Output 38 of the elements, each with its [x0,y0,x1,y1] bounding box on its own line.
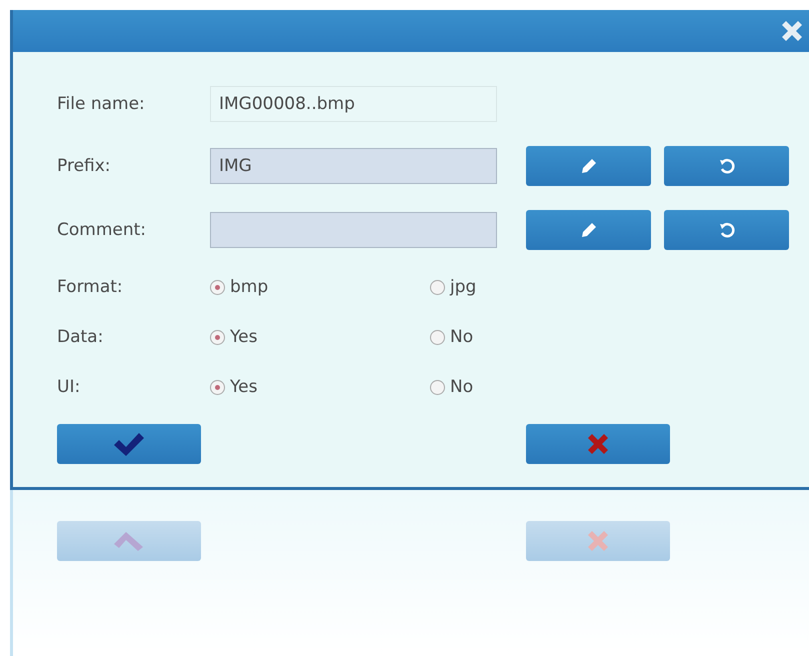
radio-option[interactable]: No [430,327,650,347]
field-label: Prefix: [57,156,112,176]
field-label: Comment: [57,220,148,240]
field-label: File name: [57,94,146,114]
option-row-label: Format: [57,277,124,297]
radio-option[interactable]: Yes [210,327,430,347]
undo-icon [718,222,734,238]
option-label: bmp [230,277,268,297]
text-field[interactable] [210,212,497,248]
pencil-icon [580,222,596,238]
text-field[interactable]: IMG00008..bmp [210,86,497,122]
edit-button[interactable] [526,210,651,250]
edit-button[interactable] [526,146,651,186]
pencil-icon [580,158,596,174]
radio-button[interactable] [210,280,225,294]
radio-option[interactable]: Yes [210,377,430,397]
text-field[interactable]: IMG [210,148,497,184]
option-row-label: Data: [57,327,104,347]
reset-button[interactable] [664,210,789,250]
option-label: Yes [230,327,258,347]
radio-button[interactable] [430,380,445,394]
radio-option[interactable]: No [430,377,650,397]
option-label: No [450,327,474,347]
option-label: jpg [450,277,476,297]
reset-button[interactable] [664,146,789,186]
radio-option[interactable]: bmp [210,277,430,297]
undo-icon [718,158,734,174]
radio-button[interactable] [210,380,225,394]
radio-button[interactable] [430,280,445,294]
radio-option[interactable]: jpg [430,277,650,297]
option-label: Yes [230,377,258,397]
confirm-button[interactable] [57,424,201,464]
option-row-label: UI: [57,377,82,397]
cancel-button[interactable] [526,424,670,464]
radio-button[interactable] [210,330,225,344]
radio-button[interactable] [430,330,445,344]
option-label: No [450,377,474,397]
checkmark-icon [112,431,146,457]
